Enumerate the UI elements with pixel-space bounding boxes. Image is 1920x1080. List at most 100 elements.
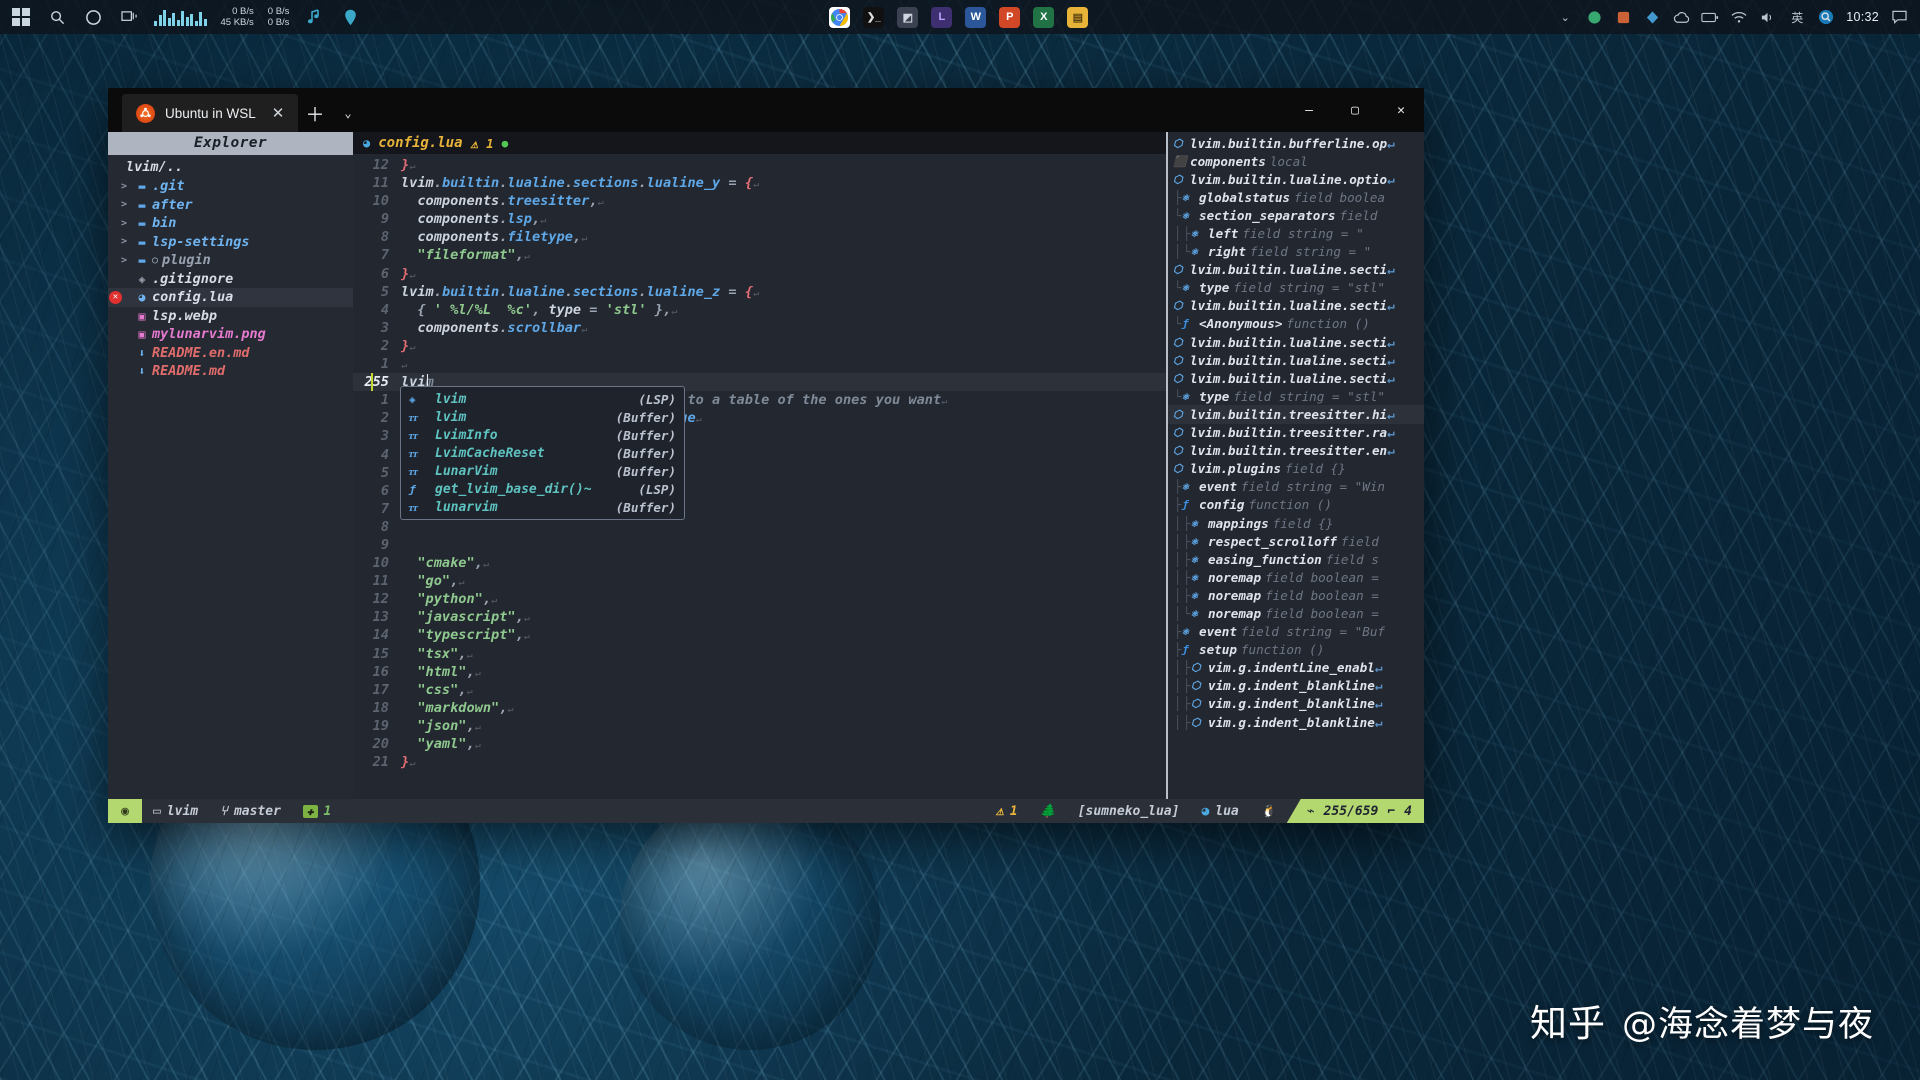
outline-item[interactable]: ├ ⚛ event field string = "Win: [1166, 478, 1424, 496]
tree-guide: └: [1182, 605, 1191, 621]
outline-item[interactable]: ⬡ lvim.plugins field {}: [1166, 460, 1424, 478]
music-note-icon[interactable]: [303, 6, 325, 28]
file-tree-item[interactable]: ▣ mylunarvim.png: [108, 325, 353, 344]
file-tree-item[interactable]: ⬇ README.md: [108, 362, 353, 381]
close-tab-icon[interactable]: ✕: [272, 104, 285, 122]
terminal-tab-ubuntu[interactable]: Ubuntu in WSL ✕: [122, 94, 298, 132]
outline-item[interactable]: │ └ ⚛ noremap field boolean =: [1166, 604, 1424, 622]
outline-item[interactable]: ⬡ lvim.builtin.lualine.secti ↵: [1166, 351, 1424, 369]
outline-item[interactable]: └ ⚛ type field string = "stl": [1166, 279, 1424, 297]
outline-item[interactable]: ⬛ components local: [1166, 152, 1424, 170]
notification-center-icon[interactable]: [1890, 8, 1908, 26]
outline-item[interactable]: └ ƒ <Anonymous> function (): [1166, 315, 1424, 333]
line-content: "fileformat",↵: [401, 247, 530, 264]
file-tree-item[interactable]: ⬇ README.en.md: [108, 344, 353, 363]
file-tree-item[interactable]: ▣ lsp.webp: [108, 307, 353, 326]
outline-item[interactable]: │ ├ ⬡ vim.g.indentLine_enabl ↵: [1166, 659, 1424, 677]
taskbar-app-terminal[interactable]: ❯_: [863, 6, 885, 28]
file-tree-item[interactable]: > ▬ lsp-settings: [108, 233, 353, 252]
outline-item[interactable]: │ ├ ⬡ vim.g.indent_blankline ↵: [1166, 695, 1424, 713]
location-pin-icon[interactable]: [339, 6, 361, 28]
taskbar-clock[interactable]: 10:32: [1846, 10, 1879, 24]
completion-item[interactable]: ᴛᴛ LunarVim (Buffer): [401, 462, 684, 480]
terminal-titlebar[interactable]: Ubuntu in WSL ✕ ＋ ⌄ — ▢ ✕: [108, 88, 1424, 132]
outline-item[interactable]: ⬡ lvim.builtin.lualine.secti ↵: [1166, 333, 1424, 351]
tab-dropdown-chevron-icon[interactable]: ⌄: [332, 94, 364, 132]
file-tree-item[interactable]: > ▬ ○ plugin: [108, 251, 353, 270]
taskbar-app-file-explorer[interactable]: ▤: [1067, 6, 1089, 28]
tray-app-2-icon[interactable]: [1614, 8, 1632, 26]
file-tree-item[interactable]: > ▬ .git: [108, 177, 353, 196]
taskbar-app-excel[interactable]: X: [1033, 6, 1055, 28]
outline-item[interactable]: ⬡ lvim.builtin.lualine.optio ↵: [1166, 170, 1424, 188]
outline-item[interactable]: ⬡ lvim.builtin.treesitter.en ↵: [1166, 442, 1424, 460]
outline-item[interactable]: ⬡ lvim.builtin.treesitter.ra ↵: [1166, 424, 1424, 442]
tray-app-1-icon[interactable]: [1585, 8, 1603, 26]
battery-icon[interactable]: [1701, 8, 1719, 26]
ime-language-indicator[interactable]: 英: [1788, 8, 1806, 26]
outline-item[interactable]: │ ├ ⚛ mappings field {}: [1166, 514, 1424, 532]
expand-chevron-icon[interactable]: >: [116, 181, 132, 192]
outline-item[interactable]: ├ ƒ config function (): [1166, 496, 1424, 514]
wifi-icon[interactable]: [1730, 8, 1748, 26]
file-tree-item[interactable]: ◈ .gitignore: [108, 270, 353, 289]
expand-chevron-icon[interactable]: >: [116, 218, 132, 229]
close-window-button[interactable]: ✕: [1378, 88, 1424, 132]
taskbar-app-lunarvim[interactable]: L: [931, 6, 953, 28]
outline-item[interactable]: │ ├ ⚛ noremap field boolean =: [1166, 586, 1424, 604]
expand-chevron-icon[interactable]: >: [116, 236, 132, 247]
outline-item[interactable]: ├ ⚛ event field string = "Buf: [1166, 623, 1424, 641]
expand-chevron-icon[interactable]: >: [116, 199, 132, 210]
outline-item[interactable]: ⬡ lvim.builtin.lualine.secti ↵: [1166, 261, 1424, 279]
new-tab-button[interactable]: ＋: [298, 94, 332, 132]
tray-app-3-icon[interactable]: [1643, 8, 1661, 26]
outline-item[interactable]: ├ ⚛ globalstatus field boolea: [1166, 188, 1424, 206]
minimize-button[interactable]: —: [1286, 88, 1332, 132]
outline-item[interactable]: └ ⚛ section_separators field: [1166, 206, 1424, 224]
completion-item[interactable]: ᴛᴛ LvimCacheReset (Buffer): [401, 444, 684, 462]
editor-tab-filename[interactable]: config.lua: [378, 135, 462, 151]
completion-kind-icon: ᴛᴛ: [409, 428, 418, 442]
task-view-icon[interactable]: [118, 6, 140, 28]
volume-icon[interactable]: [1759, 8, 1777, 26]
completion-popup[interactable]: ◈ lvim (LSP) ᴛᴛ lvim (Buffer) ᴛᴛ LvimInfo (Buffe…: [400, 386, 685, 520]
outline-item[interactable]: ├ ƒ setup function (): [1166, 641, 1424, 659]
cortana-circle-icon[interactable]: [82, 6, 104, 28]
start-button[interactable]: [10, 6, 32, 28]
file-tree-item[interactable]: ✕ ◕ config.lua: [108, 288, 353, 307]
completion-item[interactable]: ᴛᴛ lunarvim (Buffer): [401, 498, 684, 516]
line-number: 16: [372, 663, 389, 680]
completion-item[interactable]: ƒ get_lvim_base_dir()~ (LSP): [401, 480, 684, 498]
completion-item[interactable]: ᴛᴛ lvim (Buffer): [401, 408, 684, 426]
search-tray-icon[interactable]: [1817, 8, 1835, 26]
maximize-button[interactable]: ▢: [1332, 88, 1378, 132]
file-tree-item[interactable]: > ▬ bin: [108, 214, 353, 233]
code-line: 9 components.lsp,↵: [353, 210, 1166, 228]
outline-item[interactable]: ⬡ lvim.builtin.treesitter.hi ↵: [1166, 405, 1424, 424]
completion-item[interactable]: ᴛᴛ LvimInfo (Buffer): [401, 426, 684, 444]
tree-guide: ├: [1182, 678, 1191, 694]
expand-chevron-icon[interactable]: >: [116, 255, 132, 266]
taskbar-app-unknown[interactable]: ◩: [897, 6, 919, 28]
completion-item[interactable]: ◈ lvim (LSP): [401, 390, 684, 408]
outline-item[interactable]: ⬡ lvim.builtin.bufferline.op ↵: [1166, 134, 1424, 152]
outline-item[interactable]: ⬡ lvim.builtin.lualine.secti ↵: [1166, 369, 1424, 387]
taskbar-app-word[interactable]: W: [965, 6, 987, 28]
outline-item[interactable]: │ ├ ⚛ respect_scrolloff field: [1166, 532, 1424, 550]
symbols-outline-panel[interactable]: ⬡ lvim.builtin.bufferline.op ↵ ⬛ components l…: [1166, 132, 1424, 799]
file-name-label: mylunarvim.png: [152, 326, 266, 343]
taskbar-app-chrome[interactable]: [829, 6, 851, 28]
outline-item[interactable]: └ ⚛ type field string = "stl": [1166, 387, 1424, 405]
outline-item[interactable]: │ ├ ⬡ vim.g.indent_blankline ↵: [1166, 677, 1424, 695]
outline-item[interactable]: │ ├ ⚛ easing_function field s: [1166, 550, 1424, 568]
outline-item[interactable]: │ └ ⚛ right field string = ": [1166, 243, 1424, 261]
cloud-icon[interactable]: [1672, 8, 1690, 26]
outline-item[interactable]: │ ├ ⚛ noremap field boolean =: [1166, 568, 1424, 586]
search-icon[interactable]: [46, 6, 68, 28]
outline-item[interactable]: ⬡ lvim.builtin.lualine.secti ↵: [1166, 297, 1424, 315]
file-tree-item[interactable]: > ▬ after: [108, 196, 353, 215]
outline-item[interactable]: │ ├ ⚛ left field string = ": [1166, 224, 1424, 242]
taskbar-app-powerpoint[interactable]: P: [999, 6, 1021, 28]
outline-item[interactable]: │ ├ ⬡ vim.g.indent_blankline ↵: [1166, 713, 1424, 731]
chevron-up-icon[interactable]: ⌄: [1556, 8, 1574, 26]
